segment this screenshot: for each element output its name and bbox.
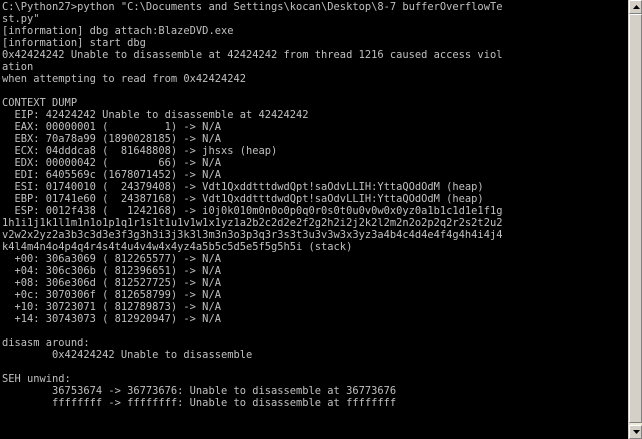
console-line: EAX: 00000001 ( 1) -> N/A bbox=[2, 121, 221, 133]
console-line: +0c: 3070306f ( 812658799) -> N/A bbox=[2, 289, 221, 301]
console-line: 36753674 -> 36773676: Unable to disassem… bbox=[2, 385, 397, 397]
console-line: ESP: 0012f438 ( 1242168) -> i0j0k010m0n0… bbox=[2, 205, 503, 217]
console-line: 1h1i1j1k1l1m1n1o1p1q1r1s1t1u1v1w1x1yz1a2… bbox=[2, 217, 503, 229]
console-line: +00: 306a3069 ( 812265577) -> N/A bbox=[2, 253, 221, 265]
arrow-up-icon bbox=[633, 5, 640, 9]
console-line: [information] dbg attach:BlazeDVD.exe bbox=[2, 25, 234, 37]
console-line: [information] start dbg bbox=[2, 37, 146, 49]
console-line: ffffffff -> ffffffff: Unable to disassem… bbox=[2, 397, 397, 409]
scroll-up-button[interactable] bbox=[629, 0, 642, 14]
console-line: C:\Python27>python "C:\Documents and Set… bbox=[2, 1, 503, 13]
console-line: EIP: 42424242 Unable to disassemble at 4… bbox=[2, 109, 309, 121]
scroll-thumb[interactable] bbox=[629, 14, 642, 423]
console-line: SEH unwind: bbox=[2, 373, 71, 385]
console-line: disasm around: bbox=[2, 337, 90, 349]
console-line: ECX: 04dddca8 ( 81648808) -> jhsxs (heap… bbox=[2, 145, 278, 157]
console-line: +10: 30723071 ( 812789873) -> N/A bbox=[2, 301, 221, 313]
console-line: EBP: 01741e60 ( 24387168) -> Vdt1Qxddttt… bbox=[2, 193, 484, 205]
scroll-down-button[interactable] bbox=[629, 425, 642, 439]
arrow-down-icon bbox=[633, 430, 640, 434]
console-line: ESI: 01740010 ( 24379408) -> Vdt1Qxddttt… bbox=[2, 181, 484, 193]
console-output[interactable]: C:\Python27>python "C:\Documents and Set… bbox=[0, 0, 628, 439]
console-line: EDI: 6405569c (1678071452) -> N/A bbox=[2, 169, 221, 181]
console-line: +14: 30743073 ( 812920947) -> N/A bbox=[2, 313, 221, 325]
vertical-scrollbar[interactable] bbox=[628, 0, 642, 439]
console-line: 0x42424242 Unable to disassemble bbox=[2, 349, 253, 361]
console-line: 0x42424242 Unable to disassemble at 4242… bbox=[2, 49, 503, 61]
console-line: ation bbox=[2, 61, 34, 73]
console-line: st.py" bbox=[2, 13, 40, 25]
console-line: EBX: 70a78a99 (1890028185) -> N/A bbox=[2, 133, 221, 145]
console-line: +04: 306c306b ( 812396651) -> N/A bbox=[2, 265, 221, 277]
console-line: v2w2x2yz2a3b3c3d3e3f3g3h3i3j3k3l3m3n3o3p… bbox=[2, 229, 503, 241]
console-line: CONTEXT DUMP bbox=[2, 97, 78, 109]
console-line: EDX: 00000042 ( 66) -> N/A bbox=[2, 157, 221, 169]
console-line: when attempting to read from 0x42424242 bbox=[2, 73, 246, 85]
console-line: k4l4m4n4o4p4q4r4s4t4u4v4w4x4yz4a5b5c5d5e… bbox=[2, 241, 353, 253]
console-line: +08: 306e306d ( 812527725) -> N/A bbox=[2, 277, 221, 289]
